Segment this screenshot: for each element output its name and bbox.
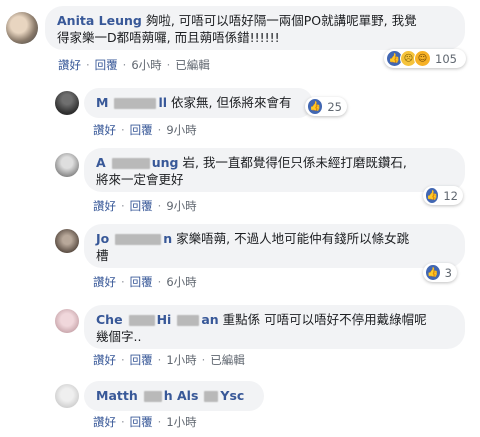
redacted-name <box>114 98 157 109</box>
comment-text: 夠啦, 可唔可以唔好隔一兩個PO就講呢單野, 我覺 <box>145 13 417 28</box>
comment-actions: 讚好 · 回覆 · 9小時 <box>93 199 197 213</box>
avatar[interactable] <box>55 229 79 253</box>
reply-button[interactable]: 回覆 <box>95 58 118 72</box>
like-button[interactable]: 讚好 <box>93 353 116 367</box>
edited-label[interactable]: 已編輯 <box>175 58 210 72</box>
comment-author-mid[interactable]: Hi <box>157 312 172 327</box>
comment-actions: 讚好 · 回覆 · 1小時 · 已編輯 <box>93 353 245 367</box>
comment-text: 家樂唔蒴, 不過人地可能仲有錢所以條女跳 <box>176 231 410 246</box>
comment-author-tail[interactable]: ll <box>158 95 167 110</box>
comment-actions: 讚好 · 回覆 · 6小時 <box>93 275 197 289</box>
comment-text: 槽 <box>96 248 109 263</box>
comment-author[interactable]: M <box>96 95 108 110</box>
comment-bubble: Anita Leung 夠啦, 可唔可以唔好隔一兩個PO就講呢單野, 我覺 得家樂… <box>45 6 465 50</box>
edited-label[interactable]: 已編輯 <box>210 353 245 367</box>
comment-author[interactable]: Che <box>96 312 123 327</box>
reply-button[interactable]: 回覆 <box>130 415 153 429</box>
comment-actions: 讚好 · 回覆 · 9小時 <box>93 123 197 137</box>
comment-bubble: Mll 依家無, 但係將來會有 <box>84 88 313 118</box>
redacted-name <box>115 234 162 245</box>
haha-reaction-icon: ☺ <box>414 50 431 67</box>
comment-text: 岩, 我一直都覺得佢只係未經打磨既鑽石, <box>182 155 407 170</box>
timestamp[interactable]: 1小時 <box>166 353 196 367</box>
reaction-count: 105 <box>435 51 457 66</box>
comment-bubble: Jo n 家樂唔蒴, 不過人地可能仲有錢所以條女跳 槽 <box>84 224 465 268</box>
reaction-summary[interactable]: 👍 12 <box>423 186 463 205</box>
comment-bubble: Matth h Als Ysc <box>84 381 264 411</box>
timestamp[interactable]: 1小時 <box>166 415 196 429</box>
reaction-count: 25 <box>327 99 342 114</box>
reply-button[interactable]: 回覆 <box>130 353 153 367</box>
reaction-summary[interactable]: 👍 25 <box>305 97 347 116</box>
comment-bubble: Aung 岩, 我一直都覺得佢只係未經打磨既鑽石, 將來一定會更好 <box>84 148 465 192</box>
avatar[interactable] <box>6 12 38 44</box>
comment-author[interactable]: A <box>96 155 106 170</box>
reaction-count: 3 <box>444 265 452 280</box>
redacted-name <box>204 391 219 402</box>
comment-text: 得家樂一D都唔蒴囉, 而且蒴唔係錯!!!!!! <box>57 30 280 45</box>
like-button[interactable]: 讚好 <box>93 123 116 137</box>
comment-text: 將來一定會更好 <box>96 172 184 187</box>
avatar[interactable] <box>55 309 79 333</box>
timestamp[interactable]: 6小時 <box>131 58 161 72</box>
comment-text: 依家無, 但係將來會有 <box>171 95 292 110</box>
comment-author-tail[interactable]: n <box>163 231 172 246</box>
reply-button[interactable]: 回覆 <box>130 123 153 137</box>
comment-text: 重點係 可唔可以唔好不停用戴綠帽呢 <box>222 312 427 327</box>
comment-author-tail[interactable]: Ysc <box>220 388 244 403</box>
comment-author[interactable]: Matth <box>96 388 138 403</box>
comment-bubble: Che Hi an 重點係 可唔可以唔好不停用戴綠帽呢 幾個字.. <box>84 305 465 349</box>
comment-actions: 讚好 · 回覆 · 1小時 <box>93 415 197 429</box>
like-reaction-icon: 👍 <box>307 98 324 115</box>
redacted-name <box>143 391 162 402</box>
redacted-name <box>111 158 150 169</box>
timestamp[interactable]: 9小時 <box>166 123 196 137</box>
reaction-summary[interactable]: 👍 ☹ ☺ 105 <box>384 49 466 68</box>
like-reaction-icon: 👍 <box>425 264 441 281</box>
comment-author[interactable]: Jo <box>96 231 109 246</box>
like-button[interactable]: 讚好 <box>93 199 116 213</box>
reply-button[interactable]: 回覆 <box>130 199 153 213</box>
reaction-summary[interactable]: 👍 3 <box>423 263 457 282</box>
reply-button[interactable]: 回覆 <box>130 275 153 289</box>
redacted-name <box>128 315 155 326</box>
like-button[interactable]: 讚好 <box>93 275 116 289</box>
avatar[interactable] <box>55 91 79 115</box>
comment-text: 幾個字.. <box>96 329 142 344</box>
comment-author[interactable]: Anita Leung <box>57 13 142 28</box>
redacted-name <box>177 315 200 326</box>
comment-author-mid[interactable]: h Als <box>164 388 199 403</box>
avatar[interactable] <box>55 384 79 408</box>
like-button[interactable]: 讚好 <box>58 58 81 72</box>
comment-author-tail[interactable]: an <box>201 312 218 327</box>
timestamp[interactable]: 6小時 <box>166 275 196 289</box>
reaction-count: 12 <box>443 188 458 203</box>
comment-author-tail[interactable]: ung <box>152 155 179 170</box>
timestamp[interactable]: 9小時 <box>166 199 196 213</box>
avatar[interactable] <box>55 153 79 177</box>
like-reaction-icon: 👍 <box>425 187 440 204</box>
like-button[interactable]: 讚好 <box>93 415 116 429</box>
comment-actions: 讚好 · 回覆 · 6小時 · 已編輯 <box>58 58 210 72</box>
